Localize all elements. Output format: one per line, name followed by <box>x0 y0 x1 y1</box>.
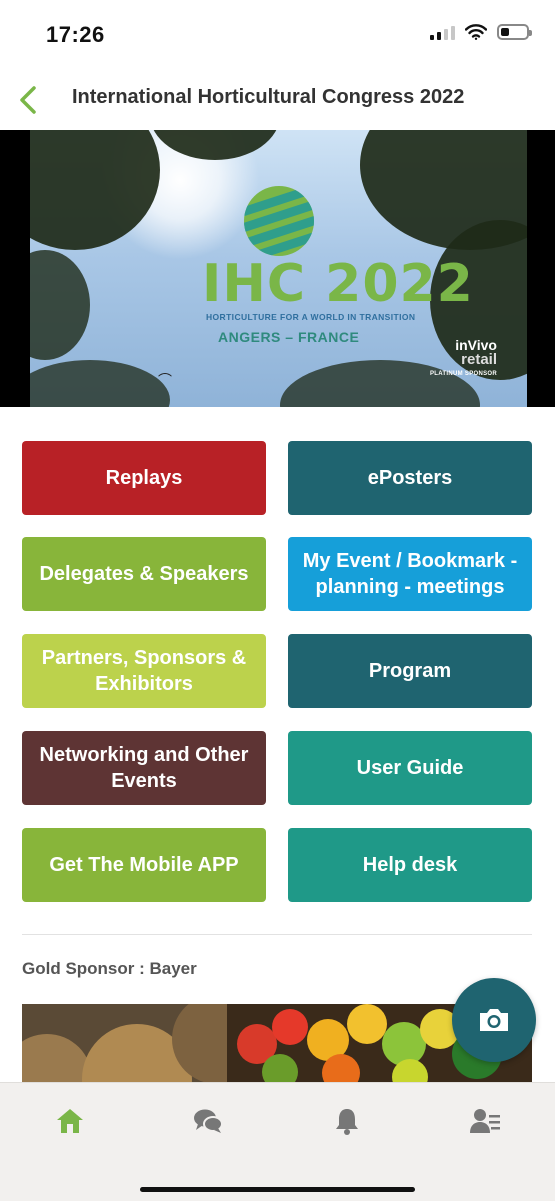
bird-icon: ⌒ <box>158 372 172 388</box>
battery-level <box>501 28 509 36</box>
back-button[interactable] <box>10 80 46 120</box>
networking-button[interactable]: Networking and Other Events <box>22 731 266 805</box>
ihc-logo-globe <box>244 186 314 256</box>
chevron-left-icon <box>20 86 36 114</box>
sponsor-tag: PLATINUM SPONSOR <box>429 371 497 377</box>
ihc-location: ANGERS – FRANCE <box>218 329 360 345</box>
camera-button[interactable] <box>452 978 536 1062</box>
tab-home[interactable] <box>45 1101 95 1141</box>
help-desk-button[interactable]: Help desk <box>288 828 532 902</box>
camera-icon <box>480 1009 508 1031</box>
eposters-button[interactable]: ePosters <box>288 441 532 515</box>
signal-icon <box>430 24 455 40</box>
header: International Horticultural Congress 202… <box>0 72 555 126</box>
wifi-icon <box>465 24 487 40</box>
delegates-speakers-button[interactable]: Delegates & Speakers <box>22 537 266 611</box>
get-mobile-app-button[interactable]: Get The Mobile APP <box>22 828 266 902</box>
profile-list-icon <box>470 1109 500 1133</box>
page-title: International Horticultural Congress 202… <box>72 86 465 108</box>
partners-sponsors-button[interactable]: Partners, Sponsors & Exhibitors <box>22 634 266 708</box>
program-button[interactable]: Program <box>288 634 532 708</box>
platinum-sponsor-logo: inVivo retail PLATINUM SPONSOR <box>430 338 497 377</box>
tab-bar <box>0 1082 555 1201</box>
chat-icon <box>194 1109 223 1133</box>
status-bar: 17:26 <box>0 0 555 70</box>
battery-icon <box>497 24 532 40</box>
status-icons <box>430 24 532 40</box>
ihc-logo-title: IHC 2022 <box>202 254 474 314</box>
home-indicator <box>140 1187 415 1192</box>
bell-icon <box>336 1109 358 1135</box>
home-icon <box>57 1109 83 1133</box>
tab-chat[interactable] <box>183 1101 233 1141</box>
status-time: 17:26 <box>46 22 105 47</box>
tab-notifications[interactable] <box>322 1101 372 1141</box>
ihc-logo-subtitle: HORTICULTURE FOR A WORLD IN TRANSITION <box>206 312 416 322</box>
user-guide-button[interactable]: User Guide <box>288 731 532 805</box>
my-event-button[interactable]: My Event / Bookmark - planning - meeting… <box>288 537 532 611</box>
event-banner[interactable]: IHC 2022 HORTICULTURE FOR A WORLD IN TRA… <box>0 130 555 407</box>
sponsor-brand-1: inVivo <box>455 337 497 353</box>
gold-sponsor-label: Gold Sponsor : Bayer <box>22 959 197 978</box>
sponsor-brand-2: retail <box>461 351 497 368</box>
replays-button[interactable]: Replays <box>22 441 266 515</box>
banner-image: IHC 2022 HORTICULTURE FOR A WORLD IN TRA… <box>30 130 527 407</box>
tab-profile[interactable] <box>460 1101 510 1141</box>
divider <box>22 934 532 935</box>
